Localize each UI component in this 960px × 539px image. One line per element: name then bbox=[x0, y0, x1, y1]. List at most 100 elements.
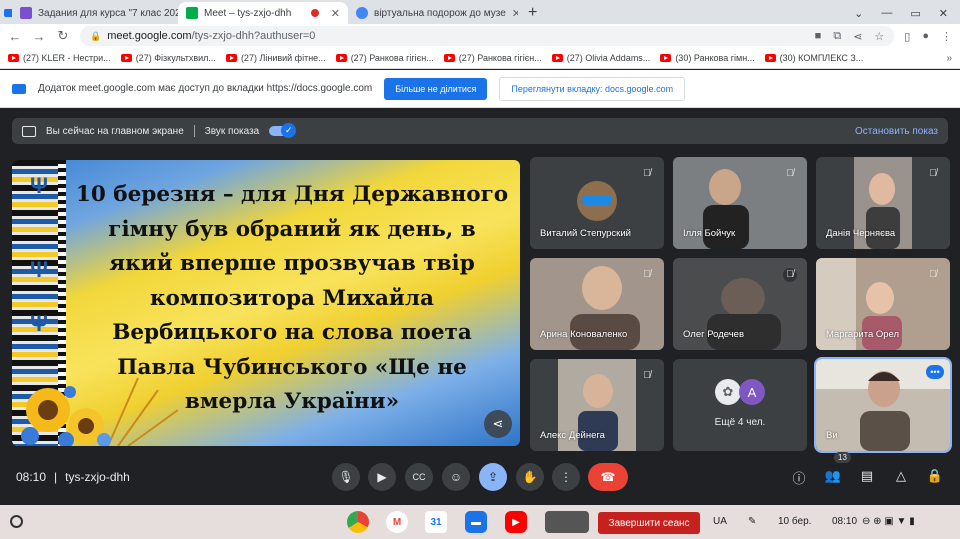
more-options-icon[interactable]: ••• bbox=[926, 365, 944, 379]
lock-icon[interactable]: 🔒 bbox=[90, 31, 101, 42]
mic-off-icon: 🎙̸ bbox=[929, 168, 937, 179]
slide-line: 10 березня – для Дня Державного bbox=[75, 182, 509, 207]
participant-tile[interactable]: 🎙̸ Арина Коноваленко bbox=[530, 258, 664, 350]
translate-icon[interactable]: ⧉ bbox=[833, 30, 841, 43]
pen-icon[interactable]: ✎ bbox=[748, 516, 756, 527]
date-label[interactable]: 10 бер. bbox=[778, 516, 811, 527]
trident-icon: Ψ bbox=[30, 257, 48, 282]
stop-sharing-button[interactable]: Більше не ділитися bbox=[384, 77, 488, 100]
bookmark-item[interactable]: (30) КОМПЛЕКС З... bbox=[764, 53, 864, 63]
youtube-icon bbox=[225, 54, 237, 62]
tab-google-search[interactable]: віртуальна подорож до музе ✕ bbox=[348, 2, 518, 24]
bookmark-item[interactable]: (27) KLER - Нестри... bbox=[8, 53, 111, 63]
bookmark-label: (27) Лінивий фітне... bbox=[240, 53, 326, 63]
participant-count-badge: 13 bbox=[834, 452, 851, 463]
participant-tile[interactable]: 🎙̸ Маргарита Орел bbox=[816, 258, 950, 350]
menu-dots-icon: ⋮ bbox=[560, 470, 572, 484]
profile-icon[interactable]: ● bbox=[922, 30, 929, 42]
participant-name: Виталий Степурский bbox=[540, 228, 631, 239]
window-thumbnails-icon[interactable] bbox=[545, 511, 589, 533]
close-icon[interactable]: ✕ bbox=[512, 7, 518, 20]
star-icon[interactable]: ☆ bbox=[874, 30, 884, 43]
share-icon[interactable]: ⋖ bbox=[484, 410, 512, 438]
camera-button[interactable]: ▶ bbox=[368, 463, 396, 491]
status-icons[interactable]: ⊖ ⊕ ▣ ▼ ▮ bbox=[862, 516, 915, 527]
bookmark-item[interactable]: (30) Ранкова гімн... bbox=[660, 53, 755, 63]
bookmark-item[interactable]: (27) Ранкова гігієн... bbox=[443, 53, 542, 63]
youtube-icon[interactable]: ▶ bbox=[505, 511, 527, 533]
bookmark-item[interactable]: (27) Фізкультхвил... bbox=[120, 53, 216, 63]
emoji-icon: ☺ bbox=[449, 470, 463, 484]
present-screen-icon bbox=[22, 125, 36, 137]
gmail-icon[interactable]: M bbox=[386, 511, 408, 533]
bookmark-item[interactable]: (27) Olivia Addams... bbox=[551, 53, 651, 63]
launcher-icon[interactable] bbox=[10, 515, 23, 528]
participant-tile[interactable]: 🎙̸ Виталий Степурский bbox=[530, 157, 664, 249]
meeting-time: 08:10 bbox=[16, 470, 47, 484]
bookmark-item[interactable]: (27) Ранкова гігієн... bbox=[335, 53, 434, 63]
meet-favicon-icon bbox=[186, 7, 198, 19]
activities-icon[interactable]: △ bbox=[892, 468, 910, 484]
stop-presenting-button[interactable]: Остановить показ bbox=[855, 126, 938, 137]
more-participants-tile[interactable]: ✿ A Ещё 4 чел. bbox=[673, 359, 807, 451]
participant-tile[interactable]: 🎙̸ Данія Черняєва bbox=[816, 157, 950, 249]
self-view-tile[interactable]: ••• Ви bbox=[814, 357, 952, 453]
more-participants-label: Ещё 4 чел. bbox=[714, 417, 766, 428]
participant-name: Арина Коноваленко bbox=[540, 329, 628, 340]
tab-classroom[interactable]: Задания для курса "7 клас 202 ✕ bbox=[12, 2, 178, 24]
separator: | bbox=[54, 470, 58, 484]
participant-tile[interactable]: 🎙̸ Ілля Бойчук bbox=[673, 157, 807, 249]
side-panel-icon[interactable]: ▯ bbox=[904, 30, 910, 43]
chevron-right-icon[interactable]: » bbox=[946, 53, 952, 64]
participant-tile[interactable]: 🎙̸ Олег Родечев bbox=[673, 258, 807, 350]
captions-button[interactable]: CC bbox=[405, 463, 433, 491]
end-session-button[interactable]: Завершити сеанс bbox=[598, 512, 700, 534]
sound-label: Звук показа bbox=[204, 125, 260, 137]
microphone-button[interactable]: 🎙 bbox=[332, 463, 360, 491]
reactions-button[interactable]: ☺ bbox=[442, 463, 470, 491]
back-arrow-icon[interactable]: ← bbox=[8, 29, 22, 44]
close-icon[interactable]: ✕ bbox=[939, 7, 948, 20]
present-button[interactable]: ⇪ bbox=[479, 463, 507, 491]
tab-meet[interactable]: Meet – tys-zxjo-dhh ✕ bbox=[178, 2, 348, 24]
bookmark-label: (27) Olivia Addams... bbox=[566, 53, 651, 63]
info-icon[interactable]: ⓘ bbox=[790, 468, 808, 487]
mic-icon: 🎙 bbox=[338, 470, 354, 484]
chat-icon[interactable]: ▤ bbox=[858, 468, 876, 484]
files-icon[interactable]: ▬ bbox=[465, 511, 487, 533]
address-bar[interactable]: 🔒 meet.google.com/tys-zxjo-dhh?authuser=… bbox=[80, 26, 895, 46]
reload-icon[interactable]: ↻ bbox=[56, 28, 70, 44]
maximize-icon[interactable]: ▭ bbox=[910, 7, 920, 20]
forward-arrow-icon[interactable]: → bbox=[32, 29, 46, 44]
share-icon[interactable]: ⋖ bbox=[853, 30, 862, 43]
bookmark-label: (30) КОМПЛЕКС З... bbox=[779, 53, 864, 63]
host-controls-icon[interactable]: 🔒 bbox=[926, 468, 944, 484]
present-screen-icon: ⇪ bbox=[487, 470, 499, 484]
people-icon[interactable]: 👥 bbox=[824, 468, 842, 484]
more-options-button[interactable]: ⋮ bbox=[552, 463, 580, 491]
bookmark-label: (27) Фізкультхвил... bbox=[135, 53, 216, 63]
bookmark-item[interactable]: (27) Лінивий фітне... bbox=[225, 53, 326, 63]
tab-search-button[interactable] bbox=[0, 2, 12, 24]
chrome-icon[interactable] bbox=[347, 511, 369, 533]
raise-hand-button[interactable]: ✋ bbox=[516, 463, 544, 491]
avatar: ✿ bbox=[715, 379, 741, 405]
camera-icon[interactable]: ■ bbox=[815, 30, 822, 42]
menu-dots-icon[interactable]: ⋮ bbox=[941, 30, 952, 43]
calendar-icon[interactable]: 31 bbox=[425, 511, 447, 533]
sound-toggle[interactable] bbox=[269, 123, 297, 138]
window-controls: ⌄ — ▭ ✕ bbox=[854, 2, 960, 24]
close-icon[interactable]: ✕ bbox=[331, 7, 340, 20]
slide-line: Вербицького на слова поета bbox=[112, 320, 472, 345]
chevron-down-icon[interactable]: ⌄ bbox=[854, 7, 863, 20]
screen-share-icon bbox=[12, 83, 26, 94]
youtube-icon bbox=[120, 54, 132, 62]
language-indicator[interactable]: UA bbox=[713, 516, 727, 527]
clock-time[interactable]: 08:10 bbox=[832, 516, 857, 527]
minimize-icon[interactable]: — bbox=[881, 7, 892, 19]
youtube-icon bbox=[660, 54, 672, 62]
leave-call-button[interactable]: ☎ bbox=[588, 463, 628, 491]
new-tab-button[interactable]: + bbox=[518, 2, 547, 24]
participant-tile[interactable]: 🎙̸ Алекс Дейнега bbox=[530, 359, 664, 451]
view-tab-button[interactable]: Переглянути вкладку: docs.google.com bbox=[499, 76, 686, 101]
